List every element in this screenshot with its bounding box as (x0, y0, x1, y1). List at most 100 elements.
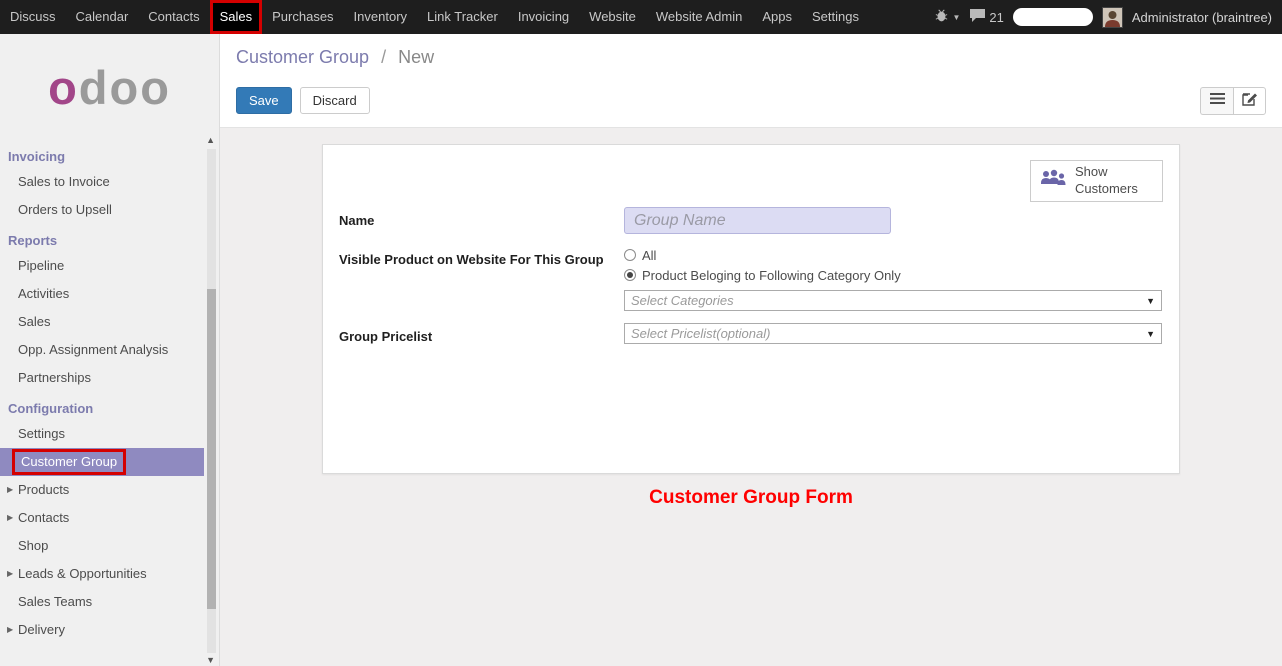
name-row: Name (339, 207, 1163, 234)
control-panel: Customer Group / New Save Discard (220, 34, 1282, 128)
sidebar-item-settings[interactable]: Settings (0, 420, 219, 448)
sidebar: odoo Invoicing Sales to Invoice Orders t… (0, 34, 220, 666)
sidebar-heading-reports: Reports (0, 224, 219, 252)
menu-item-apps[interactable]: Apps (752, 0, 802, 34)
sidebar-item-label: Delivery (18, 622, 65, 637)
visible-product-row: Visible Product on Website For This Grou… (339, 246, 1163, 311)
expand-arrow-icon: ▶ (7, 560, 13, 588)
radio-all-label[interactable]: All (642, 248, 656, 263)
sidebar-item-label: Contacts (18, 510, 69, 525)
list-icon (1210, 92, 1225, 110)
breadcrumb-separator: / (381, 47, 386, 67)
messages-button[interactable]: 21 (969, 8, 1003, 26)
categories-select[interactable]: Select Categories ▼ (624, 290, 1162, 311)
action-buttons: Save Discard (236, 87, 370, 114)
sidebar-item-shop[interactable]: Shop (0, 532, 219, 560)
app-menu: Discuss Calendar Contacts Sales Purchase… (0, 0, 869, 34)
customers-icon (1039, 168, 1067, 193)
content-area: Show Customers Name Visible Product on W… (220, 129, 1282, 666)
menu-item-website-admin[interactable]: Website Admin (646, 0, 752, 34)
logo-letters: doo (79, 60, 171, 115)
sidebar-scrollbar[interactable] (207, 149, 216, 653)
debug-menu-button[interactable]: ▼ (934, 8, 960, 26)
view-switcher (1200, 87, 1266, 115)
breadcrumb: Customer Group / New (220, 34, 1282, 68)
chat-icon (969, 8, 986, 26)
expand-arrow-icon: ▶ (7, 504, 13, 532)
sidebar-item-label: Leads & Opportunities (18, 566, 147, 581)
odoo-logo[interactable]: odoo (0, 34, 219, 140)
user-menu[interactable]: Administrator (braintree) (1132, 10, 1272, 25)
sidebar-item-activities[interactable]: Activities (0, 280, 219, 308)
menu-item-sales[interactable]: Sales (210, 0, 263, 34)
bug-icon (934, 8, 949, 26)
menu-item-website[interactable]: Website (579, 0, 646, 34)
sidebar-item-delivery[interactable]: ▶ Delivery (0, 616, 219, 644)
breadcrumb-parent-link[interactable]: Customer Group (236, 47, 369, 67)
status-pill (1013, 8, 1093, 26)
sidebar-item-sales-to-invoice[interactable]: Sales to Invoice (0, 168, 219, 196)
expand-arrow-icon: ▶ (7, 616, 13, 644)
annotation-caption: Customer Group Form (220, 487, 1282, 509)
customer-group-form: Name Visible Product on Website For This… (339, 207, 1163, 344)
radio-category-label[interactable]: Product Beloging to Following Category O… (642, 268, 901, 283)
menu-item-discuss[interactable]: Discuss (0, 0, 66, 34)
pricelist-placeholder: Select Pricelist(optional) (631, 326, 770, 341)
avatar[interactable] (1102, 7, 1123, 28)
menu-item-purchases[interactable]: Purchases (262, 0, 343, 34)
visible-product-label: Visible Product on Website For This Grou… (339, 246, 624, 311)
form-sheet: Show Customers Name Visible Product on W… (322, 144, 1180, 474)
name-label: Name (339, 207, 624, 234)
sidebar-item-contacts[interactable]: ▶ Contacts (0, 504, 219, 532)
edit-form-icon (1242, 91, 1258, 111)
expand-arrow-icon: ▶ (7, 476, 13, 504)
sidebar-item-sales-teams[interactable]: Sales Teams (0, 588, 219, 616)
sidebar-item-customer-group-label: Customer Group (12, 449, 126, 475)
menu-item-invoicing[interactable]: Invoicing (508, 0, 579, 34)
screen: Discuss Calendar Contacts Sales Purchase… (0, 0, 1282, 666)
caret-down-icon: ▼ (1146, 296, 1155, 306)
sidebar-item-products[interactable]: ▶ Products (0, 476, 219, 504)
menu-item-contacts[interactable]: Contacts (138, 0, 209, 34)
show-customers-button[interactable]: Show Customers (1030, 160, 1163, 202)
main-area: Customer Group / New Save Discard (220, 34, 1282, 666)
group-name-input[interactable] (624, 207, 891, 234)
pricelist-label: Group Pricelist (339, 323, 624, 344)
scrollbar-thumb[interactable] (207, 289, 216, 609)
menu-item-calendar[interactable]: Calendar (66, 0, 139, 34)
sidebar-item-orders-to-upsell[interactable]: Orders to Upsell (0, 196, 219, 224)
sidebar-heading-configuration: Configuration (0, 392, 219, 420)
show-customers-label: Show Customers (1075, 164, 1154, 198)
systray: ▼ 21 Administrator (braintree) (934, 0, 1282, 34)
sidebar-item-pipeline[interactable]: Pipeline (0, 252, 219, 280)
radio-category-option[interactable]: Product Beloging to Following Category O… (624, 266, 1162, 284)
breadcrumb-current: New (398, 47, 434, 67)
caret-down-icon: ▼ (952, 13, 960, 22)
messages-count: 21 (989, 10, 1003, 25)
pricelist-select[interactable]: Select Pricelist(optional) ▼ (624, 323, 1162, 344)
radio-button-icon[interactable] (624, 249, 636, 261)
logo-letter: o (48, 60, 79, 115)
categories-placeholder: Select Categories (631, 293, 734, 308)
caret-down-icon: ▼ (1146, 329, 1155, 339)
menu-item-settings[interactable]: Settings (802, 0, 869, 34)
radio-button-checked-icon[interactable] (624, 269, 636, 281)
scroll-up-icon[interactable]: ▲ (206, 135, 215, 145)
top-menubar: Discuss Calendar Contacts Sales Purchase… (0, 0, 1282, 34)
form-view-button[interactable] (1233, 87, 1266, 115)
sidebar-heading-invoicing: Invoicing (0, 140, 219, 168)
menu-item-link-tracker[interactable]: Link Tracker (417, 0, 508, 34)
scroll-down-icon[interactable]: ▼ (206, 655, 215, 665)
sidebar-item-partnerships[interactable]: Partnerships (0, 364, 219, 392)
list-view-button[interactable] (1200, 87, 1233, 115)
discard-button[interactable]: Discard (300, 87, 370, 114)
sidebar-item-opp-assignment-analysis[interactable]: Opp. Assignment Analysis (0, 336, 219, 364)
radio-all-option[interactable]: All (624, 246, 1162, 264)
menu-item-inventory[interactable]: Inventory (344, 0, 417, 34)
sidebar-item-customer-group[interactable]: Customer Group (0, 448, 204, 476)
sidebar-item-label: Products (18, 482, 69, 497)
sidebar-item-leads-opportunities[interactable]: ▶ Leads & Opportunities (0, 560, 219, 588)
pricelist-row: Group Pricelist Select Pricelist(optiona… (339, 323, 1163, 344)
sidebar-item-sales[interactable]: Sales (0, 308, 219, 336)
save-button[interactable]: Save (236, 87, 292, 114)
